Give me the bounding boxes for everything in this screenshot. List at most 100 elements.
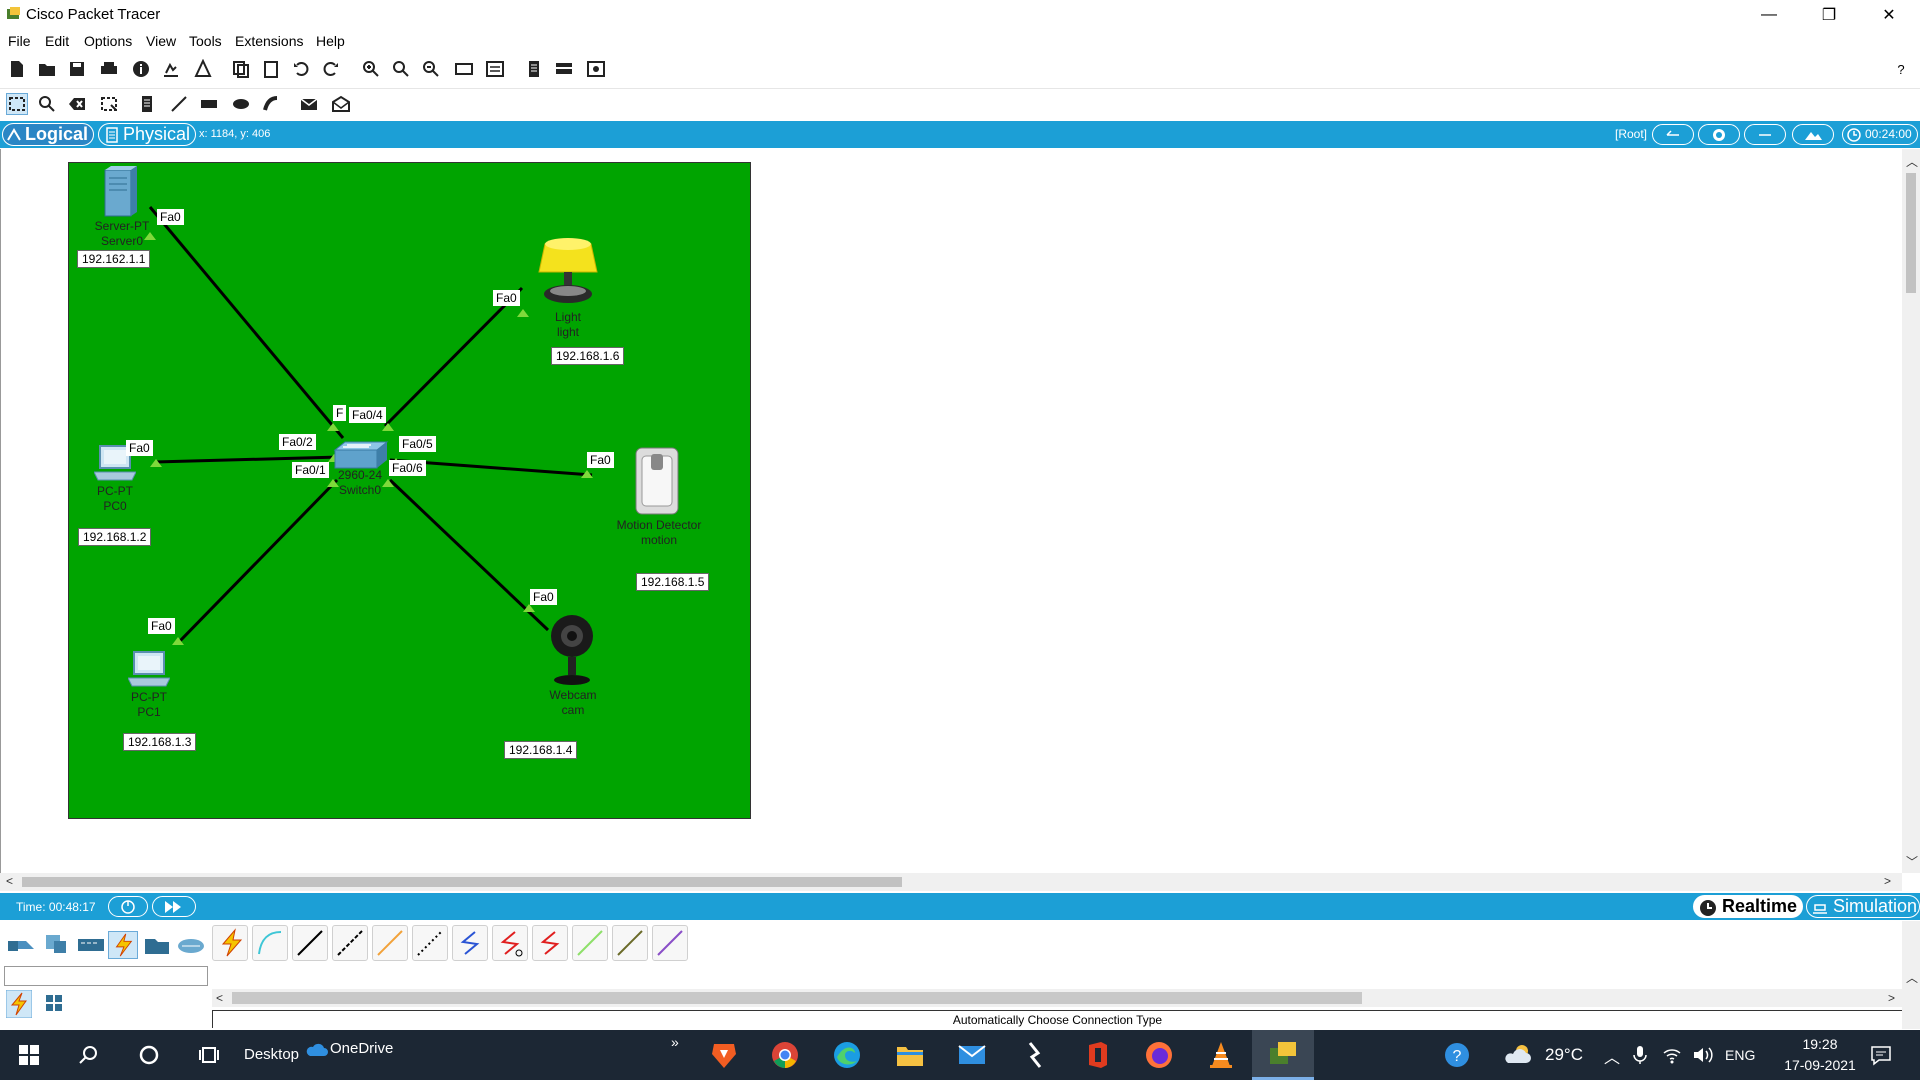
vlc-icon[interactable] — [1204, 1038, 1238, 1072]
realtime-mode-button[interactable]: Realtime — [1693, 895, 1803, 918]
conn-scroll-left-icon[interactable]: < — [216, 991, 223, 1005]
device-search-field[interactable] — [4, 966, 208, 986]
serial-dte-icon[interactable] — [532, 925, 568, 961]
palette-scroll-up-icon[interactable]: ︿ — [1906, 969, 1918, 986]
firefox-icon[interactable] — [1142, 1038, 1176, 1072]
switch-type-label: 2960-24 — [337, 468, 383, 482]
scroll-down-icon[interactable]: ﹀ — [1906, 853, 1918, 870]
windows-start-icon[interactable] — [12, 1038, 46, 1072]
pc1-name-label: PC1 — [137, 705, 161, 719]
switch-port-tag-4: Fa0/4 — [349, 407, 386, 423]
edge-icon[interactable] — [830, 1038, 864, 1072]
onedrive-cloud-icon[interactable] — [306, 1042, 328, 1058]
octal-cable-icon[interactable] — [572, 925, 608, 961]
desktop-toolbar-label[interactable]: Desktop — [244, 1046, 299, 1063]
chrome-icon[interactable] — [768, 1038, 802, 1072]
microphone-icon[interactable] — [1632, 1045, 1648, 1065]
conn-scroll-right-icon[interactable]: > — [1888, 991, 1895, 1005]
coaxial-cable-icon[interactable] — [452, 925, 488, 961]
help-tips-icon[interactable]: ? — [1440, 1038, 1474, 1072]
packet-tracer-taskbar-icon[interactable] — [1252, 1030, 1314, 1080]
serial-dce-icon[interactable] — [492, 925, 528, 961]
switch-port-tag-6: Fa0/6 — [389, 460, 426, 476]
components-category-icon[interactable] — [76, 931, 106, 959]
switch-icon[interactable] — [333, 440, 389, 470]
pc0-name-label: PC0 — [103, 499, 127, 513]
console-cable-icon[interactable] — [252, 925, 288, 961]
copper-cross-over-icon[interactable] — [332, 925, 368, 961]
scroll-right-icon[interactable]: > — [1884, 874, 1891, 888]
file-explorer-icon[interactable] — [893, 1038, 927, 1072]
light-type-label: Light — [554, 310, 582, 324]
light-icon[interactable] — [537, 236, 599, 308]
pc1-ip-label: 192.168.1.3 — [123, 733, 197, 751]
app-lightning-icon[interactable] — [1017, 1038, 1051, 1072]
link-light-light-end — [517, 309, 529, 317]
scroll-up-icon[interactable]: ︿ — [1906, 153, 1918, 170]
fast-forward-icon — [165, 901, 181, 913]
connection-scroll-thumb[interactable] — [232, 992, 1362, 1004]
multiuser-connection-category-icon[interactable] — [176, 931, 206, 959]
grid-view-icon[interactable] — [44, 993, 64, 1013]
volume-icon[interactable] — [1692, 1045, 1714, 1065]
network-devices-category-icon[interactable] — [6, 931, 36, 959]
toolbar-overflow-icon[interactable]: » — [671, 1034, 679, 1050]
palette-vertical-scrollbar[interactable]: ︿ — [1902, 921, 1920, 1029]
auto-connection-subcategory-icon[interactable] — [6, 990, 32, 1018]
pc1-icon[interactable] — [128, 650, 170, 688]
switch-name-label: Switch0 — [338, 483, 382, 497]
connection-description: Automatically Choose Connection Type — [212, 1010, 1902, 1028]
cortana-icon[interactable] — [132, 1038, 166, 1072]
simulation-icon — [1813, 904, 1827, 914]
server-name-label: Server0 — [100, 234, 144, 248]
iot-custom-cable-icon[interactable] — [612, 925, 648, 961]
automatic-connection-icon[interactable] — [212, 925, 248, 961]
link-light-switch-port3 — [327, 423, 339, 431]
windows-taskbar: Desktop OneDrive » ? 29°C ︿ ENG 19:28 17… — [0, 1030, 1920, 1080]
connection-list-scrollbar[interactable]: < > — [212, 989, 1902, 1007]
brave-browser-icon[interactable] — [707, 1038, 741, 1072]
link-light-switch[interactable] — [383, 286, 524, 428]
office-icon[interactable] — [1080, 1038, 1114, 1072]
horizontal-scroll-thumb[interactable] — [22, 877, 902, 887]
webcam-icon[interactable] — [548, 612, 596, 688]
motion-detector-icon[interactable] — [632, 446, 682, 516]
pc1-type-label: PC-PT — [131, 690, 167, 704]
fiber-icon[interactable] — [372, 925, 408, 961]
link-server-switch[interactable] — [148, 206, 345, 439]
wifi-icon[interactable] — [1662, 1045, 1682, 1065]
workspace-horizontal-scrollbar[interactable]: < > — [0, 873, 1902, 891]
switch-port-tag-3: F — [333, 405, 347, 421]
realtime-clock-icon — [1700, 900, 1716, 916]
phone-cable-icon[interactable] — [412, 925, 448, 961]
onedrive-label[interactable]: OneDrive — [330, 1040, 393, 1057]
taskbar-clock-date[interactable]: 17-09-2021 — [1770, 1057, 1870, 1073]
end-devices-category-icon[interactable] — [40, 931, 70, 959]
mail-icon[interactable] — [955, 1038, 989, 1072]
fast-forward-time-button[interactable] — [152, 896, 196, 917]
copper-straight-through-icon[interactable] — [292, 925, 328, 961]
webcam-ip-label: 192.168.1.4 — [504, 741, 578, 759]
weather-cloud-sun-icon[interactable] — [1502, 1038, 1536, 1072]
task-view-icon[interactable] — [192, 1038, 226, 1072]
taskbar-clock-time[interactable]: 19:28 — [1790, 1036, 1850, 1052]
connections-category-icon[interactable] — [108, 931, 138, 959]
miscellaneous-category-icon[interactable] — [142, 931, 172, 959]
weather-temperature[interactable]: 29°C — [1545, 1045, 1583, 1065]
simulation-mode-button[interactable]: Simulation — [1806, 895, 1920, 918]
vertical-scroll-thumb[interactable] — [1906, 173, 1916, 293]
server-icon[interactable] — [103, 164, 137, 218]
power-cycle-devices-button[interactable] — [108, 896, 148, 917]
workspace-vertical-scrollbar[interactable]: ︿ ﹀ — [1902, 149, 1920, 873]
search-icon[interactable] — [72, 1038, 106, 1072]
scroll-left-icon[interactable]: < — [6, 874, 13, 888]
input-language[interactable]: ENG — [1725, 1047, 1755, 1063]
link-webcam-switch[interactable] — [388, 478, 550, 632]
usb-cable-icon[interactable] — [652, 925, 688, 961]
time-bar: Time: 00:48:17 Realtime Simulation — [0, 893, 1920, 920]
link-pc1-switch[interactable] — [176, 478, 339, 645]
notifications-icon[interactable] — [1870, 1044, 1892, 1066]
link-light-switch-port4 — [382, 423, 394, 431]
motion-name-label: motion — [640, 533, 678, 547]
show-hidden-icons-icon[interactable]: ︿ — [1604, 1044, 1620, 1068]
